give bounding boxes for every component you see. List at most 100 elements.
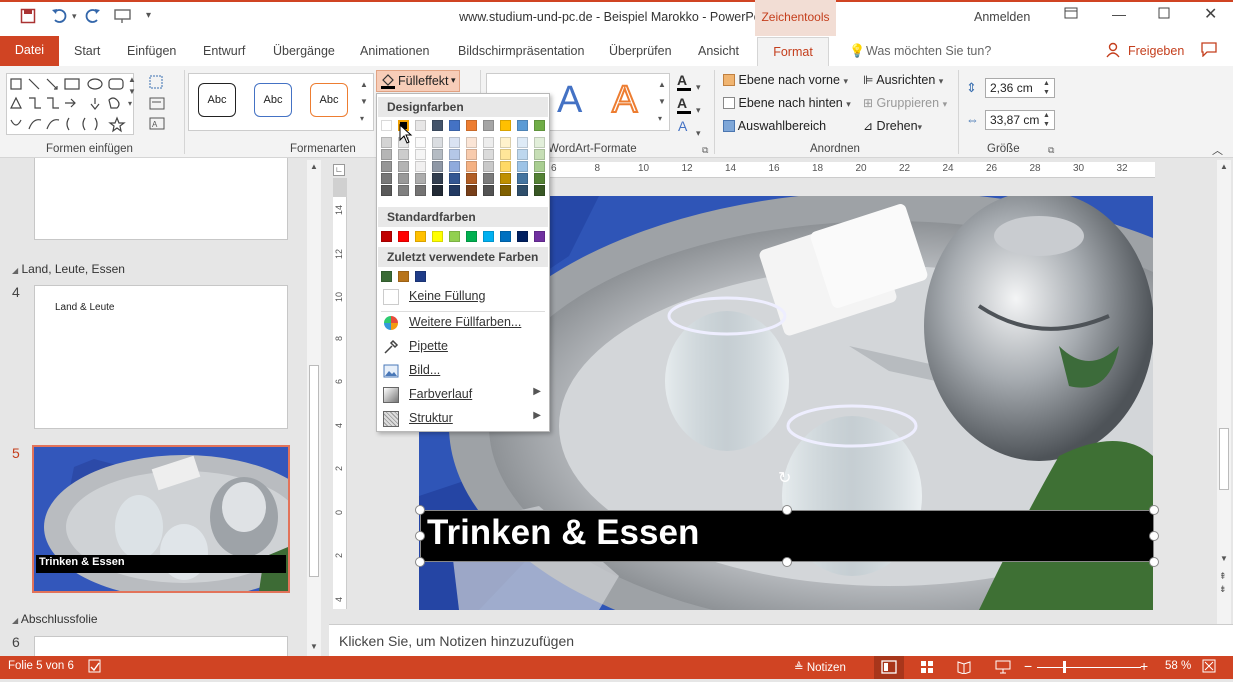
slideshow-icon[interactable]	[995, 660, 1011, 677]
tab-uebergaenge[interactable]: Übergänge	[273, 44, 335, 58]
theme-color-swatch[interactable]	[534, 149, 545, 160]
save-icon[interactable]	[20, 8, 36, 28]
recent-color-swatch[interactable]	[398, 271, 409, 282]
maximize-icon[interactable]	[1158, 6, 1170, 22]
rotate-handle-icon[interactable]: ↻	[778, 468, 791, 488]
tab-bildschirmpraesentation[interactable]: Bildschirmpräsentation	[458, 44, 584, 58]
theme-color-swatch[interactable]	[432, 173, 443, 184]
theme-color-swatch[interactable]	[483, 161, 494, 172]
spellcheck-icon[interactable]	[88, 659, 102, 676]
fill-button[interactable]: Fülleffekt ▾	[376, 70, 460, 92]
signin-link[interactable]: Anmelden	[974, 10, 1030, 24]
no-fill-item[interactable]: Keine Füllung	[377, 285, 549, 309]
tab-entwurf[interactable]: Entwurf	[203, 44, 245, 58]
wordart-scroll[interactable]: ▲ ▼ ▾	[658, 76, 666, 127]
theme-color-swatch[interactable]	[381, 149, 392, 160]
theme-color-swatch[interactable]	[466, 120, 477, 131]
standard-color-swatch[interactable]	[517, 231, 528, 242]
tab-selector-icon[interactable]: ∟	[333, 164, 345, 176]
styles-scroll[interactable]: ▲ ▼ ▾	[360, 76, 368, 127]
theme-color-swatch[interactable]	[449, 149, 460, 160]
more-fill-colors-item[interactable]: Weitere Füllfarben...	[377, 311, 549, 335]
close-icon[interactable]: ✕	[1204, 4, 1217, 24]
theme-color-swatch[interactable]	[432, 120, 443, 131]
style-sample-black[interactable]: Abc	[198, 83, 236, 117]
canvas-scroll-thumb[interactable]	[1219, 428, 1229, 490]
theme-color-swatch[interactable]	[500, 185, 511, 196]
theme-color-swatch[interactable]	[517, 185, 528, 196]
slide-title-box[interactable]: Trinken & Essen	[420, 510, 1154, 562]
resize-handle[interactable]	[782, 505, 792, 515]
share-button[interactable]: Freigeben	[1128, 44, 1184, 58]
reading-view-icon[interactable]	[957, 660, 971, 677]
resize-handle[interactable]	[1149, 531, 1159, 541]
picture-fill-item[interactable]: Bild...	[377, 359, 549, 383]
selection-pane-button[interactable]: Auswahlbereich	[723, 119, 826, 133]
slide-thumbnail-6[interactable]	[34, 636, 288, 656]
theme-color-swatch[interactable]	[415, 185, 426, 196]
theme-color-swatch[interactable]	[500, 137, 511, 148]
theme-color-swatch[interactable]	[534, 161, 545, 172]
theme-color-swatch[interactable]	[534, 173, 545, 184]
standard-color-swatch[interactable]	[466, 231, 477, 242]
style-sample-orange[interactable]: Abc	[310, 83, 348, 117]
comment-icon[interactable]	[1201, 42, 1218, 60]
tab-einfuegen[interactable]: Einfügen	[127, 44, 176, 58]
theme-color-swatch[interactable]	[449, 161, 460, 172]
section-header-2[interactable]: ◢ Abschlussfolie	[12, 612, 98, 626]
vertical-ruler[interactable]: 14 12 10 8 6 4 2 0 2 4	[333, 197, 347, 609]
scroll-down-icon[interactable]: ▼	[1220, 554, 1228, 563]
recent-color-swatch[interactable]	[381, 271, 392, 282]
theme-color-swatch[interactable]	[432, 185, 443, 196]
tab-ueberpruefen[interactable]: Überprüfen	[609, 44, 672, 58]
slide-thumbnail-5[interactable]: Trinken & Essen	[32, 445, 290, 593]
theme-color-swatch[interactable]	[432, 137, 443, 148]
section-header-1[interactable]: ◢ Land, Leute, Essen	[12, 262, 125, 276]
wordart-dialog-launcher-icon[interactable]: ⧉	[702, 145, 708, 156]
slide-thumbnail-4[interactable]: Land & Leute	[34, 285, 288, 429]
theme-color-swatch[interactable]	[415, 149, 426, 160]
theme-color-swatch[interactable]	[500, 161, 511, 172]
theme-color-swatch[interactable]	[415, 137, 426, 148]
undo-dropdown-icon[interactable]: ▾	[72, 8, 77, 24]
thumbnail-scrollbar[interactable]: ▲ ▼	[307, 160, 321, 656]
theme-color-swatch[interactable]	[415, 161, 426, 172]
standard-color-swatch[interactable]	[432, 231, 443, 242]
theme-color-swatch[interactable]	[483, 173, 494, 184]
theme-color-swatch[interactable]	[381, 161, 392, 172]
text-effects-icon[interactable]: A	[678, 118, 687, 134]
bring-forward-button[interactable]: Ebene nach vorne ▾	[723, 73, 848, 87]
text-fill-icon[interactable]: A	[677, 72, 691, 91]
gradient-item[interactable]: Farbverlauf ▶	[377, 383, 549, 407]
theme-color-swatch[interactable]	[398, 149, 409, 160]
theme-color-swatch[interactable]	[398, 161, 409, 172]
tab-format[interactable]: Format	[757, 37, 829, 67]
theme-color-swatch[interactable]	[381, 185, 392, 196]
height-stepper[interactable]: ▲ ▼	[1043, 79, 1050, 97]
eyedropper-item[interactable]: Pipette	[377, 335, 549, 359]
thumbnail-scroll-thumb[interactable]	[309, 365, 319, 577]
resize-handle[interactable]	[415, 531, 425, 541]
standard-color-swatch[interactable]	[381, 231, 392, 242]
fit-slide-icon[interactable]	[1202, 659, 1216, 676]
standard-color-swatch[interactable]	[534, 231, 545, 242]
theme-color-swatch[interactable]	[483, 120, 494, 131]
theme-color-swatch[interactable]	[517, 120, 528, 131]
zoom-slider-thumb[interactable]	[1063, 661, 1066, 673]
prev-next-slide-icon[interactable]: ⇞ ⇟	[1219, 570, 1227, 596]
theme-color-swatch[interactable]	[466, 149, 477, 160]
minimize-icon[interactable]: —	[1112, 6, 1126, 22]
resize-handle[interactable]	[782, 557, 792, 567]
slide-thumbnail-3[interactable]	[34, 158, 288, 240]
theme-color-swatch[interactable]	[483, 137, 494, 148]
theme-color-swatch[interactable]	[449, 185, 460, 196]
tab-datei[interactable]: Datei	[0, 36, 59, 66]
redo-icon[interactable]	[85, 8, 101, 28]
customize-qat-icon[interactable]: ▾	[146, 8, 151, 24]
zoom-slider[interactable]	[1037, 667, 1141, 668]
theme-color-swatch[interactable]	[449, 173, 460, 184]
tab-animationen[interactable]: Animationen	[360, 44, 430, 58]
theme-color-swatch[interactable]	[449, 137, 460, 148]
theme-color-swatch[interactable]	[398, 185, 409, 196]
texture-item[interactable]: Struktur ▶	[377, 407, 549, 431]
